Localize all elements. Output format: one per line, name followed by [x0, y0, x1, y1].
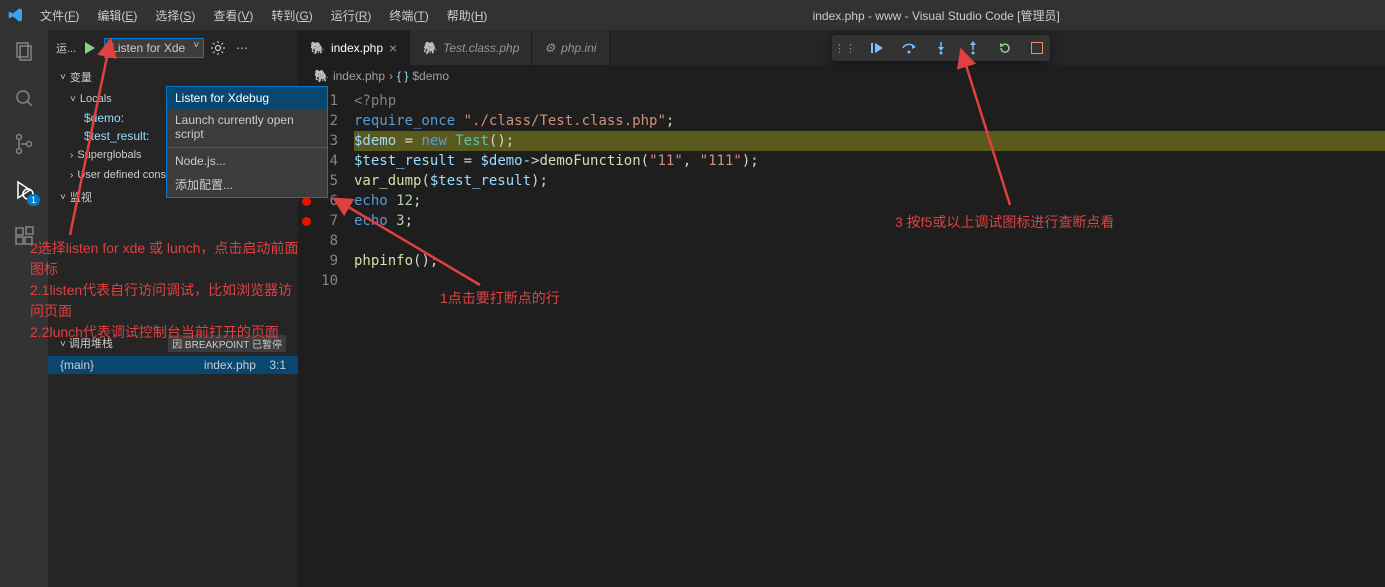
php-icon: 🐘 — [314, 69, 329, 83]
tab-label: index.php — [331, 41, 383, 55]
callstack-status: 因 BREAKPOINT 已暂停 — [168, 335, 286, 352]
editor-body[interactable]: 12345678910 <?phprequire_once "./class/T… — [298, 87, 1385, 587]
step-into-button[interactable] — [932, 39, 950, 57]
dropdown-item[interactable]: 添加配置... — [167, 172, 327, 197]
step-out-button[interactable] — [964, 39, 982, 57]
debug-sidebar: 运... Listen for Xde ⋯ Listen for XdebugL… — [48, 30, 298, 587]
tab-label: Test.class.php — [443, 41, 519, 55]
locals-label: Locals — [80, 93, 112, 105]
code-line[interactable] — [354, 271, 1385, 291]
php-icon: 🐘 — [422, 41, 437, 55]
activity-bar: 1 — [0, 30, 48, 587]
chevron-right-icon: › — [70, 150, 73, 161]
dropdown-item[interactable]: Launch currently open script — [167, 109, 327, 145]
title-bar: 文件(F)编辑(E)选择(S)查看(V)转到(G)运行(R)终端(T)帮助(H)… — [0, 0, 1385, 30]
breadcrumb-file: index.php — [333, 69, 385, 83]
callstack-frame[interactable]: {main} index.php 3:1 — [48, 356, 298, 374]
chevron-right-icon: › — [389, 69, 393, 83]
vscode-logo-icon — [8, 7, 24, 23]
breakpoint-icon[interactable] — [302, 217, 311, 226]
line-number[interactable]: 10 — [298, 271, 354, 291]
menu-s[interactable]: 选择(S) — [147, 3, 203, 28]
run-debug-icon[interactable]: 1 — [10, 176, 38, 204]
menu-bar: 文件(F)编辑(E)选择(S)查看(V)转到(G)运行(R)终端(T)帮助(H) — [32, 3, 495, 28]
dropdown-item[interactable]: Node.js... — [167, 150, 327, 172]
gear-icon[interactable] — [210, 40, 226, 56]
code-lines[interactable]: <?phprequire_once "./class/Test.class.ph… — [354, 87, 1385, 587]
superglobals-label: Superglobals — [77, 149, 141, 161]
menu-e[interactable]: 编辑(E) — [89, 3, 145, 28]
callstack-label: 调用堆栈 — [69, 338, 113, 350]
php-icon: 🐘 — [310, 41, 325, 55]
chevron-down-icon: ˅ — [60, 339, 66, 350]
debug-config-select[interactable]: Listen for Xde — [104, 38, 204, 58]
continue-button[interactable] — [868, 39, 886, 57]
source-control-icon[interactable] — [10, 130, 38, 158]
code-line[interactable]: <?php — [354, 91, 1385, 111]
restart-button[interactable] — [996, 39, 1014, 57]
extensions-icon[interactable] — [10, 222, 38, 250]
code-line[interactable]: phpinfo(); — [354, 251, 1385, 271]
start-debug-button[interactable] — [82, 40, 98, 56]
menu-r[interactable]: 运行(R) — [323, 3, 380, 28]
debug-badge: 1 — [27, 194, 40, 206]
more-icon[interactable]: ⋯ — [236, 41, 248, 55]
chevron-down-icon: ˅ — [70, 94, 76, 105]
watch-label: 监视 — [70, 189, 92, 205]
tab-php-ini[interactable]: ⚙ php.ini — [532, 30, 609, 65]
frame-name: {main} — [60, 358, 94, 372]
grip-icon[interactable]: ⋮⋮ — [836, 39, 854, 57]
line-number[interactable]: 7 — [298, 211, 354, 231]
menu-h[interactable]: 帮助(H) — [439, 3, 496, 28]
code-line[interactable] — [354, 231, 1385, 251]
config-selected-label: Listen for Xde — [111, 41, 185, 55]
line-number[interactable]: 8 — [298, 231, 354, 251]
callstack-header[interactable]: ˅ 调用堆栈 因 BREAKPOINT 已暂停 — [48, 331, 298, 356]
code-line[interactable]: $test_result = $demo->demoFunction("11",… — [354, 151, 1385, 171]
menu-t[interactable]: 终端(T) — [381, 3, 436, 28]
tab-Test-class-php[interactable]: 🐘 Test.class.php — [410, 30, 532, 65]
chevron-down-icon: ˅ — [60, 192, 66, 203]
chevron-down-icon: ˅ — [60, 72, 66, 83]
dropdown-item[interactable]: Listen for Xdebug — [167, 87, 327, 109]
step-over-button[interactable] — [900, 39, 918, 57]
menu-g[interactable]: 转到(G) — [263, 3, 320, 28]
breadcrumb[interactable]: 🐘 index.php › { } $demo — [298, 65, 1385, 87]
run-label: 运... — [56, 40, 76, 56]
window-title: index.php - www - Visual Studio Code [管理… — [495, 7, 1377, 24]
variables-label: 变量 — [70, 69, 92, 85]
frame-loc: 3:1 — [269, 358, 286, 372]
config-dropdown: Listen for XdebugLaunch currently open s… — [166, 86, 328, 198]
search-icon[interactable] — [10, 84, 38, 112]
code-line[interactable]: echo 12; — [354, 191, 1385, 211]
chevron-right-icon: › — [70, 170, 73, 181]
gear-icon: ⚙ — [544, 41, 555, 55]
frame-file: index.php — [204, 358, 256, 372]
tab-label: php.ini — [561, 41, 596, 55]
close-icon[interactable]: × — [389, 40, 397, 56]
stop-button[interactable] — [1028, 39, 1046, 57]
code-line[interactable]: var_dump($test_result); — [354, 171, 1385, 191]
code-line[interactable]: require_once "./class/Test.class.php"; — [354, 111, 1385, 131]
breakpoint-icon[interactable] — [302, 197, 311, 206]
debug-toolbar: 运... Listen for Xde ⋯ — [48, 30, 298, 65]
code-line[interactable]: $demo = new Test(); — [354, 131, 1385, 151]
menu-f[interactable]: 文件(F) — [32, 3, 87, 28]
breadcrumb-symbol: $demo — [412, 69, 449, 83]
line-number[interactable]: 9 — [298, 251, 354, 271]
menu-v[interactable]: 查看(V) — [205, 3, 261, 28]
editor-area: ⋮⋮ 🐘index.php×🐘Test.class.php⚙php.ini 🐘 … — [298, 30, 1385, 587]
explorer-icon[interactable] — [10, 38, 38, 66]
tab-index-php[interactable]: 🐘 index.php × — [298, 30, 410, 65]
debug-action-bar[interactable]: ⋮⋮ — [832, 35, 1050, 61]
code-line[interactable]: echo 3; — [354, 211, 1385, 231]
